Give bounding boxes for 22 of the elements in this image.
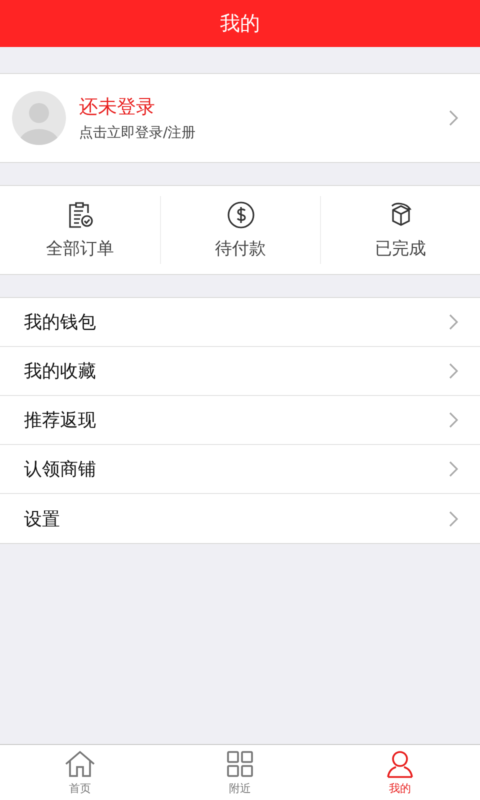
chevron-icon — [449, 461, 458, 477]
grid-icon — [226, 750, 254, 778]
chevron-icon — [449, 363, 458, 379]
order-button[interactable]: 待付款 — [160, 196, 320, 264]
chevron-icon — [449, 510, 458, 526]
order-button[interactable]: 全部订单 — [0, 196, 160, 264]
person-icon — [386, 750, 414, 778]
chevron-icon — [449, 110, 458, 126]
tab[interactable]: 我的 — [320, 745, 480, 800]
chevron-icon — [449, 412, 458, 428]
login-hint: 点击立即登录/注册 — [79, 124, 197, 142]
login-status: 还未登录 — [79, 95, 156, 120]
order-button[interactable]: 已完成 — [320, 196, 480, 264]
tab[interactable]: 附近 — [160, 745, 320, 800]
chevron-icon — [449, 314, 458, 330]
dollar-coin-icon — [226, 200, 254, 228]
page-title: 我的 — [220, 10, 260, 37]
clipboard-check-icon — [66, 200, 94, 228]
home-icon — [64, 750, 96, 778]
tab[interactable]: 首页 — [0, 745, 160, 800]
login-card[interactable]: 还未登录 点击立即登录/注册 — [0, 73, 480, 163]
avatar-icon — [12, 91, 66, 145]
